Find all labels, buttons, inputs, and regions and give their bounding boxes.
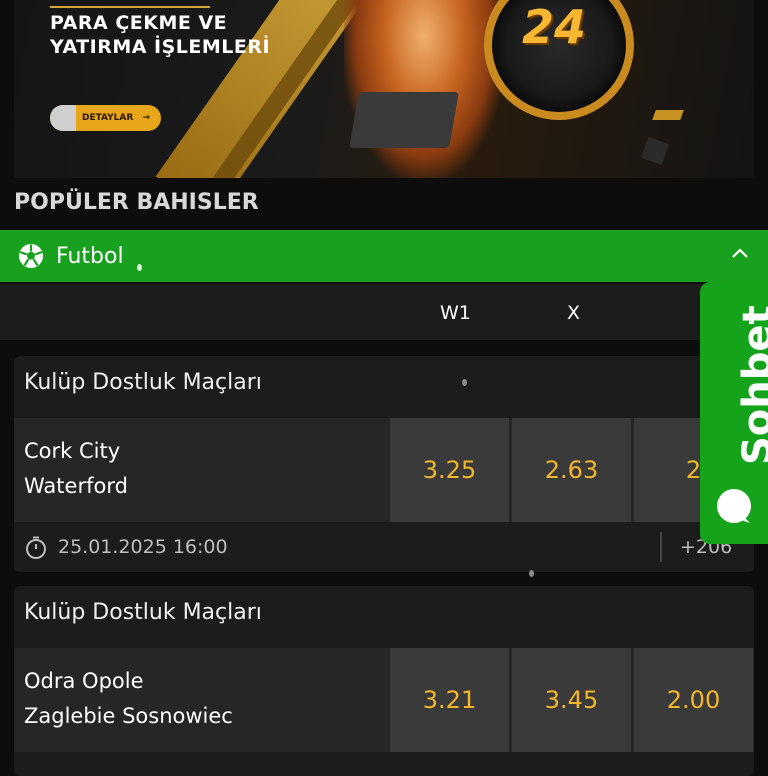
column-x: X (567, 302, 581, 324)
odd-x-button[interactable]: 3.45 (512, 648, 631, 752)
details-button[interactable]: DETAYLAR → (50, 105, 161, 131)
match-datetime: 25.01.2025 16:00 (58, 536, 228, 558)
section-title: POPÜLER BAHISLER (14, 190, 259, 215)
soccer-ball-icon (19, 244, 43, 268)
banner-laptop-image (349, 92, 459, 148)
banner-chip-decoration (652, 110, 684, 120)
odds-column-header: W1 X (0, 284, 768, 340)
promo-banner[interactable]: PARA ÇEKME VE YATIRMA İŞLEMLERİ DETAYLAR… (14, 0, 754, 178)
team-home: Cork City (24, 439, 121, 463)
arrow-right-icon: → (142, 113, 150, 123)
banner-person-image (344, 0, 504, 178)
details-button-cap (50, 105, 76, 131)
match-teams: Odra Opole Zaglebie Sosnowiec (24, 664, 233, 734)
banner-title-line1: PARA ÇEKME VE (50, 12, 228, 34)
match-row[interactable]: Odra Opole Zaglebie Sosnowiec 3.21 3.45 … (14, 648, 754, 752)
banner-accent-line (50, 6, 210, 8)
footer-divider (660, 532, 662, 562)
match-row[interactable]: Cork City Waterford 3.25 2.63 2 (14, 418, 754, 522)
scroll-dot (529, 570, 534, 577)
banner-title-line2: YATIRMA İŞLEMLERİ (50, 36, 271, 58)
team-away: Waterford (24, 474, 128, 498)
odd-w2-button[interactable]: 2.00 (634, 648, 753, 752)
chat-label: Sohbet (735, 305, 768, 465)
clock-number: 24 (522, 0, 587, 54)
chat-button[interactable]: Sohbet (700, 282, 768, 544)
match-footer: 25.01.2025 16:00 +206 (14, 522, 754, 572)
sport-header-futbol[interactable]: Futbol (0, 230, 768, 282)
scroll-dot (137, 264, 142, 271)
chat-bubble-icon (717, 489, 751, 523)
stopwatch-icon (26, 536, 46, 559)
league-name: Kulüp Dostluk Maçları (24, 600, 262, 625)
chevron-up-icon[interactable] (730, 244, 750, 264)
sport-label: Futbol (56, 243, 124, 269)
league-name: Kulüp Dostluk Maçları (24, 370, 262, 395)
team-home: Odra Opole (24, 669, 144, 693)
odd-x-button[interactable]: 2.63 (512, 418, 631, 522)
match-card: Kulüp Dostluk Maçları Odra Opole Zaglebi… (14, 586, 754, 776)
odd-w1-button[interactable]: 3.21 (390, 648, 509, 752)
scroll-dot (462, 379, 467, 386)
team-away: Zaglebie Sosnowiec (24, 704, 233, 728)
details-button-label: DETAYLAR (82, 113, 134, 123)
column-w1: W1 (440, 302, 471, 324)
odd-w1-button[interactable]: 3.25 (390, 418, 509, 522)
match-teams: Cork City Waterford (24, 434, 128, 504)
banner-dice-decoration (640, 136, 670, 166)
match-card: Kulüp Dostluk Maçları Cork City Waterfor… (14, 356, 754, 572)
